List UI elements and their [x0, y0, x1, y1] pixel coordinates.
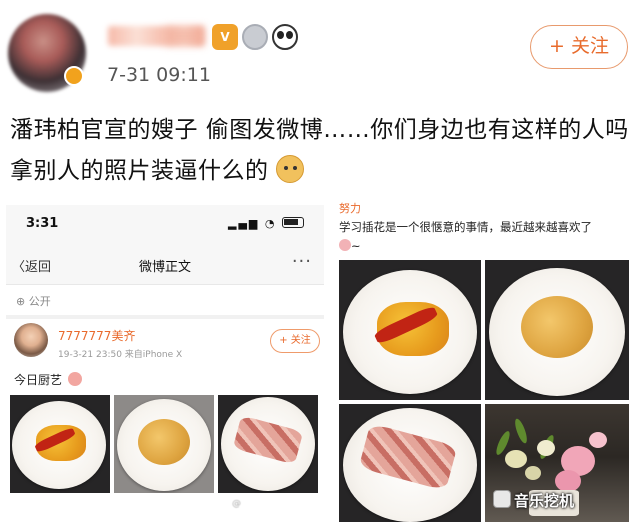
embedded-screenshot-left: 3:31 ▂▄▆ ◔ 〈返回 微博正文 ··· ⊕ 公开 7777777美齐 1…	[6, 205, 324, 520]
site-logo-icon	[493, 490, 511, 508]
sub-post-text: 今日厨艺	[14, 371, 82, 388]
food-photo-mango-large[interactable]	[339, 260, 481, 400]
embedded-screenshot-right: 努力 学习插花是一个很惬意的事情，最近越来越喜欢了 ~	[333, 200, 635, 525]
sub-follow-button[interactable]: + 关注	[270, 329, 320, 353]
sub-post-text-body: 今日厨艺	[14, 373, 63, 387]
food-photo-pasta[interactable]	[114, 395, 214, 493]
post-text-body: 潘玮柏官宣的嫂子 偷图发微博……你们身边也有这样的人吗 拿别人的照片装逼什么的	[10, 117, 629, 184]
doge-emoji-icon	[276, 155, 305, 183]
right-author-name[interactable]: 努力	[339, 200, 361, 216]
food-photo-meat-large[interactable]	[339, 404, 481, 522]
food-photo-meat[interactable]	[218, 395, 318, 493]
sub-avatar[interactable]	[14, 323, 48, 357]
blush-emoji-icon	[67, 372, 82, 386]
post-text: 潘玮柏官宣的嫂子 偷图发微博……你们身边也有这样的人吗 拿别人的照片装逼什么的	[10, 110, 630, 192]
post-header: V 7-31 09:11 + 关注	[0, 0, 635, 100]
status-time: 3:31	[26, 216, 59, 231]
globe-icon: ⊕	[16, 295, 26, 308]
visibility-text: 公开	[28, 295, 51, 308]
vip-badge-icon[interactable]: V	[212, 24, 238, 50]
battery-icon	[282, 217, 304, 228]
weibo-watermark: @	[232, 499, 241, 509]
panda-badge-icon[interactable]	[272, 24, 298, 50]
sub-author-name[interactable]: 7777777美齐	[58, 327, 135, 344]
divider	[6, 315, 324, 319]
more-menu-button[interactable]: ···	[292, 251, 312, 272]
food-photo-mango[interactable]	[10, 395, 110, 493]
username-blur-overlay	[165, 26, 205, 46]
right-post-text: 学习插花是一个很惬意的事情，最近越来越喜欢了 ~	[339, 218, 629, 256]
flower-emoji-icon	[339, 239, 351, 251]
follow-button[interactable]: + 关注	[530, 25, 628, 69]
site-watermark: 音乐挖机	[514, 492, 575, 510]
status-icons: ▂▄▆ ◔	[228, 217, 304, 230]
right-post-text-tail: ~	[351, 239, 361, 253]
verified-badge-icon	[64, 66, 84, 86]
post-timestamp: 7-31 09:11	[107, 64, 211, 86]
medal-badge-icon[interactable]	[242, 24, 268, 50]
nav-bar: 〈返回 微博正文 ···	[6, 245, 324, 285]
wifi-icon: ◔	[264, 217, 277, 230]
signal-icon: ▂▄▆	[228, 217, 260, 230]
food-photo-pasta-large[interactable]	[485, 260, 629, 400]
status-bar: 3:31 ▂▄▆ ◔	[6, 205, 324, 245]
nav-title: 微博正文	[138, 260, 191, 275]
sub-post-meta: 19-3-21 23:50 来自iPhone X	[58, 350, 183, 360]
right-post-text-body: 学习插花是一个很惬意的事情，最近越来越喜欢了	[339, 220, 592, 234]
visibility-label: ⊕ 公开	[16, 293, 51, 309]
